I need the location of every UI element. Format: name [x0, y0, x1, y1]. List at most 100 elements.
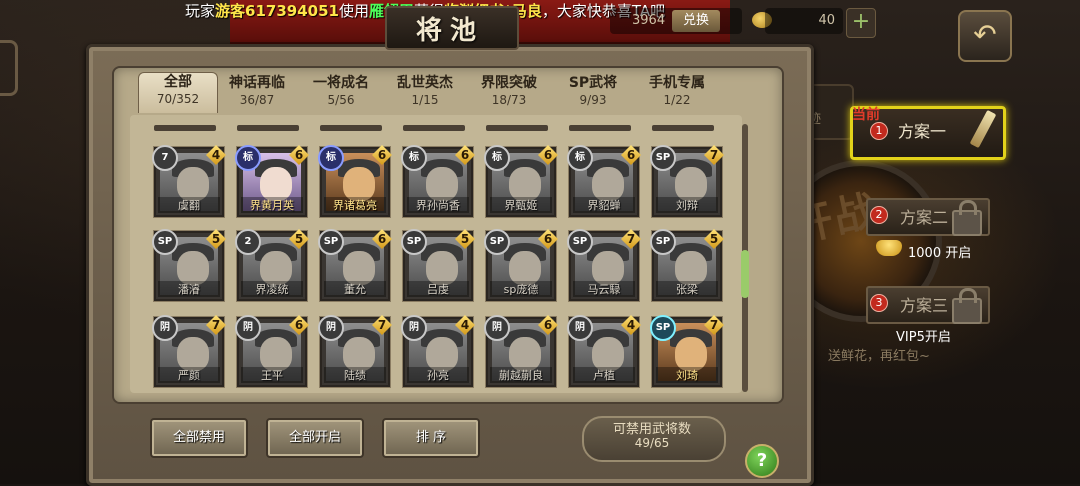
general-card[interactable]: 阴 6 蒯越蒯良: [484, 315, 558, 387]
tab-label: 乱世英杰: [397, 75, 453, 91]
portrait-face: [509, 337, 541, 371]
pack-badge: 阴: [235, 315, 261, 341]
general-card[interactable]: SP 6 董允: [318, 229, 392, 301]
plan-1-number: 1: [870, 122, 888, 140]
row-partial-card: [403, 125, 465, 131]
exchange-button[interactable]: 兑换: [672, 10, 720, 32]
portrait-face: [675, 251, 707, 285]
page-title: 将池: [415, 16, 484, 46]
current-tag: 当前: [852, 107, 880, 123]
general-name: 陆绩: [324, 367, 386, 383]
row-partial-card: [320, 125, 382, 131]
row-partial-card: [237, 125, 299, 131]
tab-label: SP武将: [568, 75, 618, 91]
plan-3-unlock-cost: VIP5开启: [896, 330, 951, 345]
tab-count: 1/15: [411, 93, 439, 107]
gold-ingot-icon: [876, 240, 902, 256]
general-card[interactable]: SP 6 sp庞德: [484, 229, 558, 301]
marquee-prefix: 玩家: [185, 2, 216, 20]
sort-button[interactable]: 排 序: [382, 418, 480, 458]
tab-sp[interactable]: SP武将 9/93: [554, 74, 632, 110]
portrait-face: [260, 167, 292, 201]
help-icon[interactable]: ?: [745, 444, 779, 478]
general-card[interactable]: 标 6 界黄月英: [235, 145, 309, 217]
portrait-face: [260, 251, 292, 285]
general-name: sp庞德: [490, 281, 552, 297]
tab-count: 70/352: [156, 92, 200, 106]
portrait-face: [675, 167, 707, 201]
general-name: 张梁: [656, 281, 718, 297]
scrollbar-thumb[interactable]: [741, 250, 749, 298]
general-card[interactable]: 标 6 界诸葛亮: [318, 145, 392, 217]
pack-badge: SP: [650, 145, 676, 171]
general-card[interactable]: 阴 4 孙亮: [401, 315, 475, 387]
portrait-face: [426, 167, 458, 201]
general-name: 潘濬: [158, 281, 220, 297]
row-partial-card: [154, 125, 216, 131]
general-card[interactable]: 阴 4 卢植: [567, 315, 641, 387]
ban-all-button[interactable]: 全部禁用: [150, 418, 248, 458]
general-card[interactable]: 7 4 虞翻: [152, 145, 226, 217]
portrait-face: [509, 167, 541, 201]
tab-yijiang[interactable]: 一将成名 5/56: [302, 74, 380, 110]
pack-badge: 阴: [484, 315, 510, 341]
tab-all[interactable]: 全部 70/352: [138, 72, 218, 113]
pack-badge: 标: [567, 145, 593, 171]
general-card[interactable]: SP 5 吕虔: [401, 229, 475, 301]
tab-myth-return[interactable]: 神话再临 36/87: [218, 74, 296, 110]
general-name: 刘琦: [656, 367, 718, 383]
general-name: 卢植: [573, 367, 635, 383]
pack-badge: 阴: [318, 315, 344, 341]
portrait-face: [592, 337, 624, 371]
lock-icon: [952, 288, 982, 324]
general-card[interactable]: SP 7 马云騄: [567, 229, 641, 301]
flower-hint: 送鲜花，再红包~: [828, 349, 930, 364]
general-name: 孙亮: [407, 367, 469, 383]
pack-badge: 阴: [567, 315, 593, 341]
tab-count: 18/73: [491, 93, 527, 107]
pack-badge: SP: [567, 229, 593, 255]
enable-all-button[interactable]: 全部开启: [266, 418, 364, 458]
general-card[interactable]: 阴 7 陆绩: [318, 315, 392, 387]
general-card[interactable]: SP 7 刘琦: [650, 315, 724, 387]
general-name: 界貂蝉: [573, 197, 635, 213]
pack-badge: SP: [484, 229, 510, 255]
general-name: 马云騄: [573, 281, 635, 297]
portrait-face: [592, 167, 624, 201]
portrait-face: [177, 167, 209, 201]
general-card[interactable]: 标 6 界甄姬: [484, 145, 558, 217]
plus-icon[interactable]: +: [846, 8, 876, 38]
plan-3-number: 3: [870, 294, 888, 312]
lock-icon: [952, 200, 982, 236]
pack-badge: SP: [401, 229, 427, 255]
plan-3-label: 方案三: [900, 296, 949, 315]
general-name: 界黄月英: [241, 197, 303, 213]
tab-luanshi[interactable]: 乱世英杰 1/15: [386, 74, 464, 110]
tab-mobile[interactable]: 手机专属 1/22: [638, 74, 716, 110]
general-card[interactable]: SP 5 潘濬: [152, 229, 226, 301]
plan-1-label: 方案一: [898, 122, 947, 141]
general-card[interactable]: 阴 7 严颜: [152, 315, 226, 387]
general-card[interactable]: 阴 6 王平: [235, 315, 309, 387]
general-card[interactable]: 2 5 界凌统: [235, 229, 309, 301]
pack-badge: 标: [484, 145, 510, 171]
general-name: 董允: [324, 281, 386, 297]
back-arrow-icon[interactable]: ↶: [958, 10, 1012, 62]
portrait-face: [426, 251, 458, 285]
tab-count: 9/93: [579, 93, 607, 107]
general-name: 界甄姬: [490, 197, 552, 213]
pack-badge: SP: [318, 229, 344, 255]
general-name: 王平: [241, 367, 303, 383]
general-name: 界孙尚香: [407, 197, 469, 213]
marquee-used: 使用: [338, 2, 369, 20]
plan-2-number: 2: [870, 206, 888, 224]
general-card[interactable]: SP 7 刘辩: [650, 145, 724, 217]
general-card[interactable]: 标 6 界貂蝉: [567, 145, 641, 217]
general-card[interactable]: 标 6 界孙尚香: [401, 145, 475, 217]
tab-jiexian[interactable]: 界限突破 18/73: [470, 74, 548, 110]
tab-label: 神话再临: [229, 75, 285, 91]
currency-amount: 3964: [632, 13, 666, 28]
general-name: 刘辩: [656, 197, 718, 213]
general-name: 虞翻: [158, 197, 220, 213]
general-card[interactable]: SP 5 张梁: [650, 229, 724, 301]
